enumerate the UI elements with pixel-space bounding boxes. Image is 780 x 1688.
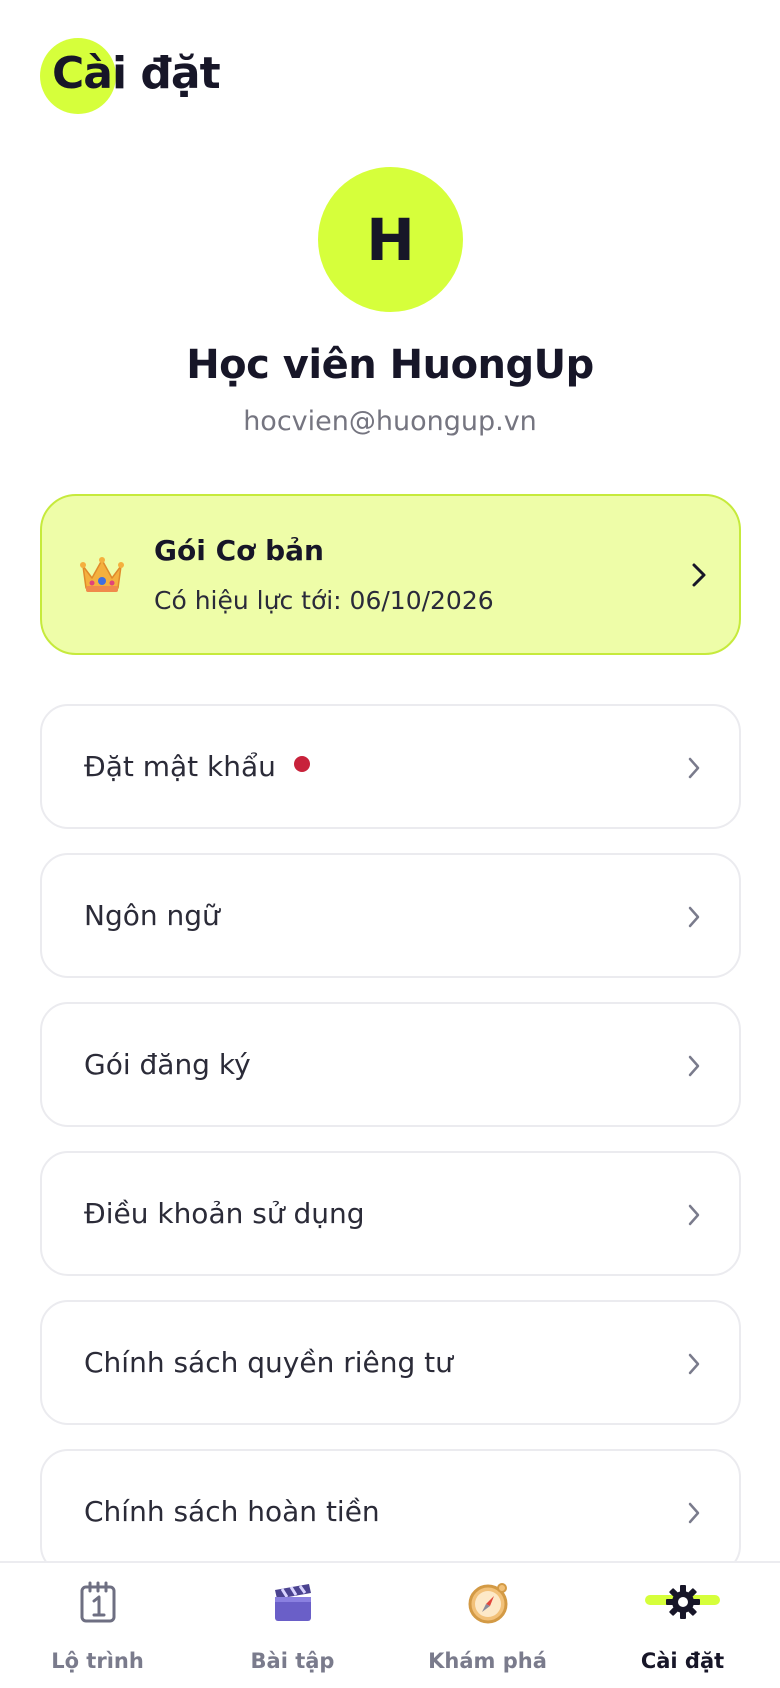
menu-item-language[interactable]: Ngôn ngữ [40,853,741,978]
menu-item-set-password[interactable]: Đặt mật khẩu [40,704,741,829]
settings-screen: Cài đặt H Học viên HuongUp hocvien@huong… [0,0,780,1688]
chevron-right-icon [692,563,706,587]
menu-item-privacy-policy[interactable]: Chính sách quyền riêng tư [40,1300,741,1425]
menu-item-label: Điều khoản sử dụng [84,1197,365,1230]
menu-item-terms[interactable]: Điều khoản sử dụng [40,1151,741,1276]
menu-item-label: Chính sách quyền riêng tư [84,1346,453,1379]
nav-item-roadmap[interactable]: Lộ trình [0,1563,195,1688]
avatar: H [318,167,463,312]
bottom-navigation: Lộ trình Bài tập Khám phá Cài đặt [0,1561,780,1688]
menu-item-refund-policy[interactable]: Chính sách hoàn tiền [40,1449,741,1574]
crown-icon [80,557,124,592]
plan-expiry: Có hiệu lực tới: 06/10/2026 [154,586,494,615]
gear-icon [666,1585,700,1619]
menu-item-label: Ngôn ngữ [84,899,220,932]
page-header: Cài đặt [40,36,221,116]
chevron-right-icon [688,1502,700,1524]
menu-item-label: Chính sách hoàn tiền [84,1495,380,1528]
nav-item-exercises[interactable]: Bài tập [195,1563,390,1688]
nav-label: Bài tập [250,1649,335,1673]
user-email: hocvien@huongup.vn [243,406,537,437]
menu-item-label: Đặt mật khẩu [84,750,310,783]
nav-item-explore[interactable]: Khám phá [390,1563,585,1688]
alert-dot [293,756,310,772]
nav-item-settings[interactable]: Cài đặt [585,1563,780,1688]
user-name: Học viên HuongUp [186,342,594,388]
chevron-right-icon [688,1204,700,1226]
menu-item-label: Gói đăng ký [84,1048,251,1081]
plan-title: Gói Cơ bản [154,534,324,567]
chevron-right-icon [688,1055,700,1077]
clapperboard-icon [275,1584,311,1621]
nav-label: Cài đặt [640,1649,725,1673]
calendar-icon [80,1581,116,1623]
nav-label: Lộ trình [51,1649,144,1673]
menu-item-label-text: Đặt mật khẩu [84,750,276,783]
chevron-right-icon [688,757,700,779]
nav-label: Khám phá [428,1649,547,1673]
chevron-right-icon [688,906,700,928]
chevron-right-icon [688,1353,700,1375]
compass-icon [468,1583,508,1624]
page-title: Cài đặt [52,48,221,99]
subscription-plan-card[interactable]: Gói Cơ bản Có hiệu lực tới: 06/10/2026 [40,494,741,655]
menu-item-subscription[interactable]: Gói đăng ký [40,1002,741,1127]
